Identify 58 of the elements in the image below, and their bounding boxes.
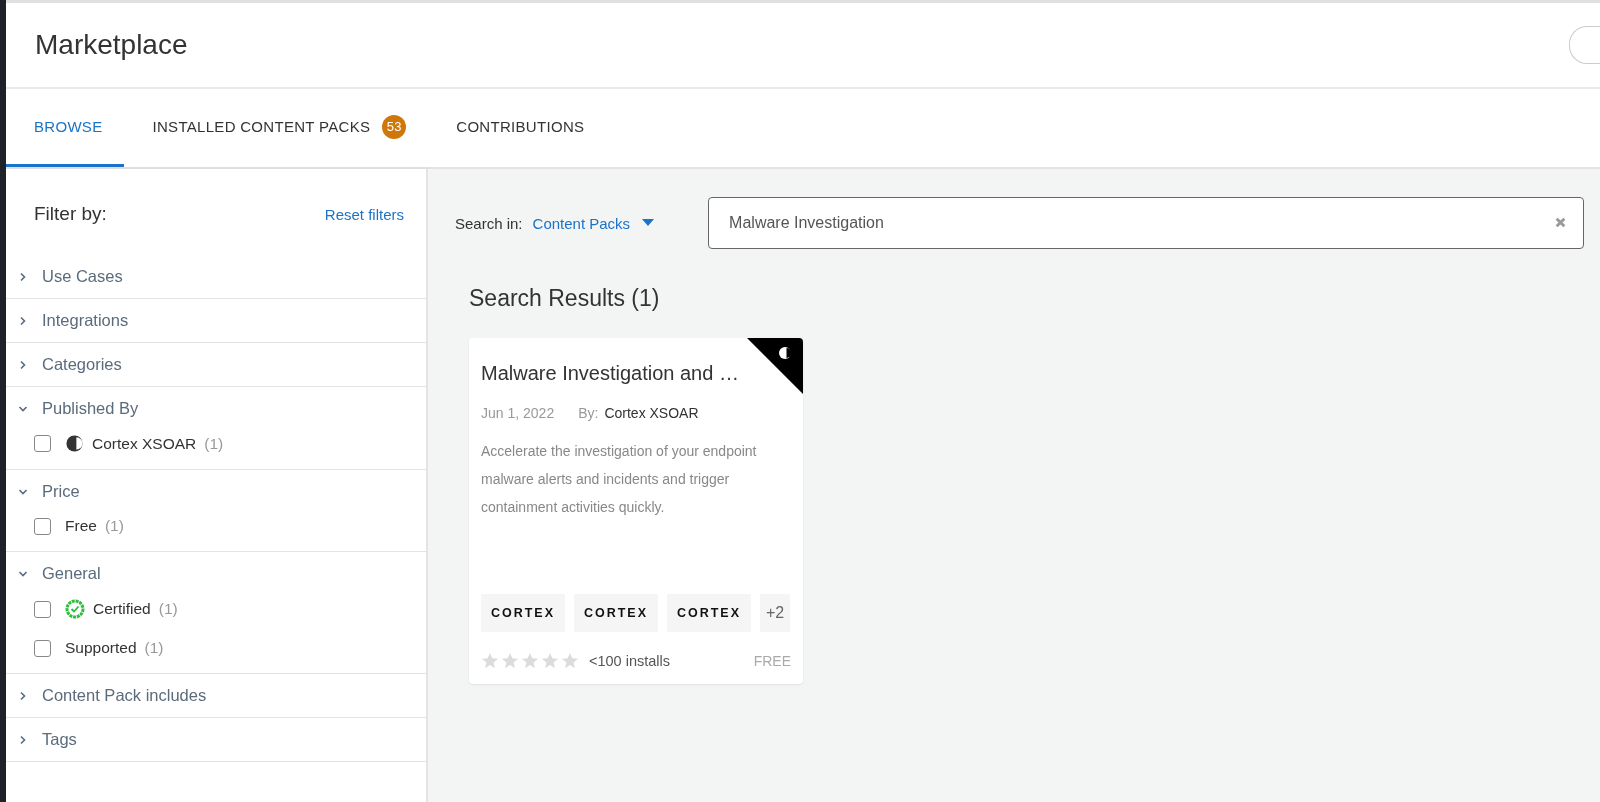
- install-count: <100 installs: [589, 653, 670, 669]
- tab[interactable]: INSTALLED CONTENT PACKS 53: [124, 89, 429, 167]
- search-scope-dropdown[interactable]: Content Packs: [522, 214, 665, 232]
- caret-icon: [642, 219, 655, 227]
- checkbox[interactable]: [34, 639, 51, 657]
- page-title: Marketplace: [35, 29, 188, 61]
- checkbox[interactable]: [34, 600, 51, 618]
- card-date: Jun 1, 2022: [481, 405, 555, 421]
- filter-option-label: Certified: [93, 600, 151, 618]
- card-description: Accelerate the investigation of your endpoint malware alerts and incidents and trigger containment activities quickly.: [481, 442, 758, 517]
- chevron-icon: [18, 271, 28, 282]
- filter-heading: Filter by:: [34, 203, 107, 225]
- price-label: FREE: [753, 653, 791, 669]
- filter-option-label: Cortex XSOAR: [92, 434, 197, 453]
- clear-icon[interactable]: [1555, 217, 1566, 228]
- count-badge: 53: [382, 114, 407, 139]
- search-field[interactable]: Malware Investigation: [708, 197, 1584, 249]
- filter-option-label: Supported: [65, 639, 137, 657]
- more-count: +2: [760, 594, 791, 632]
- chevron-icon: [18, 315, 28, 326]
- filter-section-toggle[interactable]: Content Pack includes: [6, 674, 426, 717]
- checkbox[interactable]: [34, 435, 51, 452]
- filter-section-toggle[interactable]: Categories: [6, 343, 426, 386]
- tab[interactable]: BROWSE: [6, 89, 125, 167]
- filter-section-toggle[interactable]: Published By: [6, 387, 426, 430]
- star-icon: [521, 652, 539, 670]
- chevron-icon: [18, 359, 28, 370]
- chevron-icon: [18, 690, 28, 701]
- results-heading: Search Results (1): [469, 285, 661, 312]
- filter-section-toggle[interactable]: Price: [6, 470, 426, 513]
- star-icon: [481, 652, 499, 670]
- checkbox[interactable]: [34, 517, 51, 535]
- brand-logo: CORTEX: [667, 594, 751, 632]
- filter-option-count: (1): [158, 600, 178, 618]
- brand-logo: CORTEX: [574, 594, 658, 632]
- star-icon: [541, 652, 559, 670]
- card-title: Malware Investigation and …: [481, 362, 740, 385]
- filter-option-label: Free: [65, 517, 97, 535]
- filter-section-toggle[interactable]: Tags: [6, 718, 426, 761]
- filter-option-count: (1): [204, 434, 224, 453]
- chevron-icon: [18, 734, 28, 745]
- star-icon: [501, 652, 519, 670]
- search-in-label: Search in:: [455, 214, 523, 232]
- brand-logo: CORTEX: [481, 594, 565, 632]
- filter-section-toggle[interactable]: General: [6, 552, 426, 595]
- filter-section-toggle[interactable]: Use Cases: [6, 255, 426, 298]
- filter-section-toggle[interactable]: Integrations: [6, 299, 426, 342]
- by-label: By:: [578, 405, 599, 421]
- star-icon: [561, 652, 579, 670]
- reset-filters-link[interactable]: Reset filters: [324, 205, 404, 223]
- corner-logo-icon: [747, 338, 803, 394]
- card-author: Cortex XSOAR: [604, 405, 699, 421]
- filter-option-count: (1): [104, 517, 124, 535]
- certified-icon: [65, 599, 85, 619]
- tab[interactable]: CONTRIBUTIONS: [428, 89, 607, 167]
- filter-option-count: (1): [144, 639, 164, 657]
- content-pack-card[interactable]: [469, 338, 803, 684]
- half-circle-logo-icon: [65, 434, 84, 453]
